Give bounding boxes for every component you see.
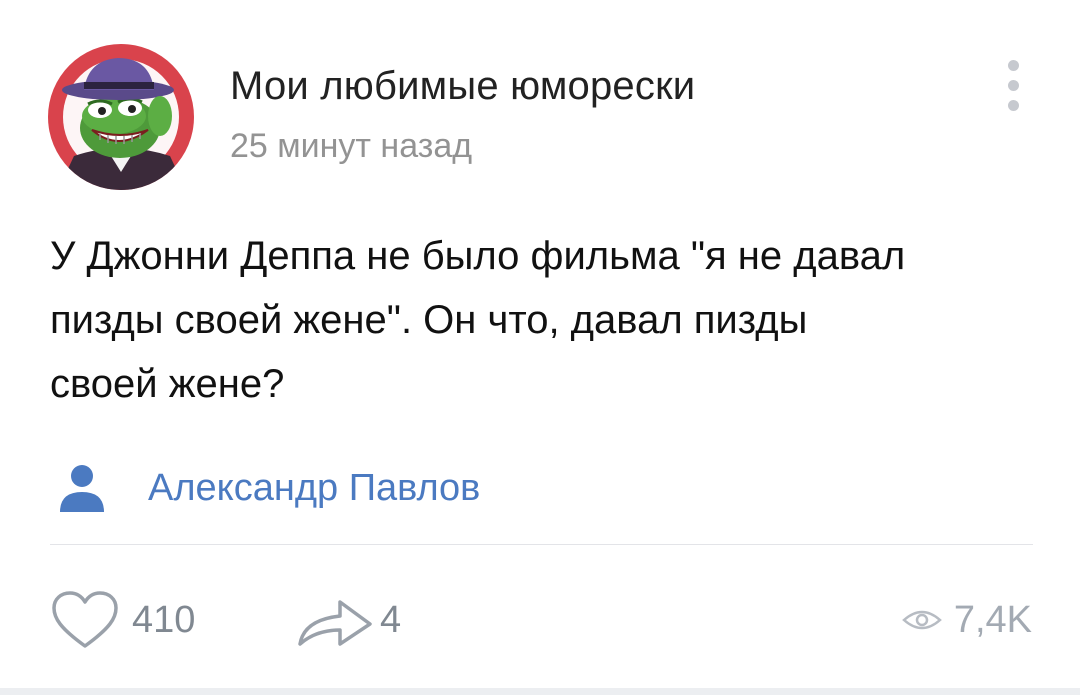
- more-vertical-icon: [1008, 60, 1019, 71]
- feed-separator: [0, 688, 1080, 695]
- post-text-line: своей жене?: [50, 362, 285, 406]
- post-text: У Джонни Деппа не было фильма "я не дава…: [50, 224, 1050, 416]
- share-button[interactable]: 4: [296, 588, 401, 652]
- post-text-line: У Джонни Деппа не было фильма "я не дава…: [50, 234, 906, 278]
- share-arrow-icon: [298, 600, 372, 646]
- share-count: 4: [380, 598, 402, 641]
- like-button[interactable]: 410: [50, 588, 195, 652]
- more-vertical-icon-dot: [1008, 80, 1019, 91]
- post-card: Мои любимые юморески 25 минут назад У Дж…: [0, 0, 1080, 695]
- more-vertical-icon-dot: [1008, 100, 1019, 111]
- views-count: 7,4K: [953, 598, 1032, 641]
- group-avatar[interactable]: [48, 44, 194, 190]
- post-text-line: пизды своей жене". Он что, давал пизды: [50, 298, 808, 342]
- more-menu-button[interactable]: [998, 56, 1030, 116]
- group-name[interactable]: Мои любимые юморески: [230, 64, 695, 109]
- user-icon: [60, 465, 104, 512]
- divider: [50, 544, 1033, 545]
- post-time: 25 минут назад: [230, 127, 473, 165]
- pepe-avatar-image: [48, 44, 194, 190]
- like-count: 410: [132, 598, 196, 641]
- heart-icon: [52, 591, 118, 648]
- eye-icon: [901, 610, 942, 630]
- author-link[interactable]: Александр Павлов: [56, 458, 480, 518]
- author-name[interactable]: Александр Павлов: [148, 467, 480, 510]
- views-counter: 7,4K: [901, 588, 1032, 652]
